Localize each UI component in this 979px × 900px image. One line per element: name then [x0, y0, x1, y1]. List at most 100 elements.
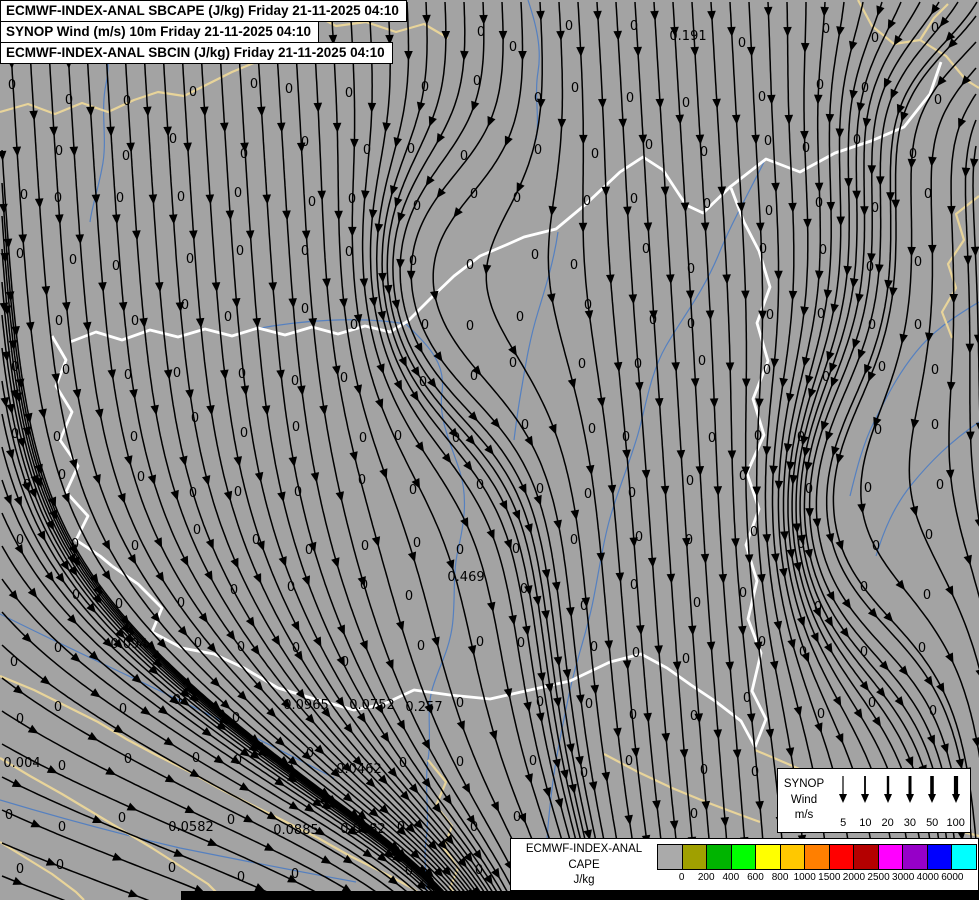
station-value-zero: 0 — [118, 811, 126, 826]
station-value-zero: 0 — [130, 430, 138, 445]
station-value-zero: 0 — [394, 429, 402, 444]
station-value: 0.469 — [447, 570, 484, 585]
wind-speed-column: 100 — [946, 774, 965, 829]
station-value-zero: 0 — [361, 539, 369, 554]
station-value-zero: 0 — [682, 652, 690, 667]
cape-tick-label: 200 — [697, 872, 715, 883]
wind-speed-label: 30 — [903, 817, 917, 829]
station-value-zero: 0 — [16, 862, 24, 877]
station-value-zero: 0 — [301, 302, 309, 317]
station-value-zero: 0 — [509, 356, 517, 371]
station-value-zero: 0 — [227, 813, 235, 828]
station-value-zero: 0 — [571, 81, 579, 96]
station-value-zero: 0 — [931, 363, 939, 378]
station-value-zero: 0 — [583, 194, 591, 209]
cape-tick-label: 600 — [747, 872, 764, 883]
station-value-zero: 0 — [817, 707, 825, 722]
station-value-zero: 0 — [759, 242, 767, 257]
wind-legend-scale: 5 10 20 30 50 100 — [830, 769, 970, 832]
station-value-zero: 0 — [466, 258, 474, 273]
station-value-zero: 0 — [234, 485, 242, 500]
station-value-zero: 0 — [116, 191, 124, 206]
station-value-zero: 0 — [816, 78, 824, 93]
station-value-zero: 0 — [5, 808, 13, 823]
station-value-zero: 0 — [529, 754, 537, 769]
station-value-zero: 0 — [169, 132, 177, 147]
station-value-zero: 0 — [698, 354, 706, 369]
station-value-zero: 0 — [168, 861, 176, 876]
cape-tick-label: 800 — [771, 872, 789, 883]
station-value-zero: 0 — [584, 487, 592, 502]
station-value-zero: 0 — [923, 588, 931, 603]
station-value-zero: 0 — [632, 646, 640, 661]
station-value-zero: 0 — [765, 204, 773, 219]
station-value-zero: 0 — [758, 90, 766, 105]
wind-arrow-icon — [883, 776, 892, 803]
station-value-zero: 0 — [285, 82, 293, 97]
station-value-zero: 0 — [405, 589, 413, 604]
station-value-zero: 0 — [682, 96, 690, 111]
station-value-zero: 0 — [456, 543, 464, 558]
station-value-zero: 0 — [236, 244, 244, 259]
station-value-zero: 0 — [570, 533, 578, 548]
cape-color-cell — [927, 845, 953, 869]
wind-speed-column: 50 — [924, 774, 940, 829]
cape-legend: ECMWF-INDEX-ANAL CAPE J/kg 0 200 400 600 800… — [510, 838, 979, 891]
wind-speed-column: 20 — [880, 774, 896, 829]
cape-color-cell — [658, 845, 683, 869]
station-value-zero: 0 — [16, 247, 24, 262]
station-value-zero: 0 — [234, 186, 242, 201]
wind-speed-column: 10 — [857, 774, 873, 829]
station-value-zero: 0 — [476, 635, 484, 650]
station-value-zero: 0 — [177, 190, 185, 205]
station-value: 0.0752 — [349, 698, 395, 713]
cape-color-cell — [682, 845, 708, 869]
station-value-zero: 0 — [58, 759, 66, 774]
cape-color-cell — [780, 845, 806, 869]
station-value-zero: 0 — [686, 474, 694, 489]
cape-tick-label: 0 — [678, 872, 685, 883]
station-value-zero: 0 — [690, 807, 698, 822]
cape-tick-label: 4000 — [916, 872, 939, 883]
station-value-zero: 0 — [531, 248, 539, 263]
station-value-zero: 0 — [112, 259, 120, 274]
wind-legend-source: SYNOP — [783, 778, 825, 791]
cape-color-cell — [731, 845, 757, 869]
wind-legend: SYNOP Wind m/s 5 10 20 30 50 100 — [777, 768, 971, 833]
station-value-zero: 0 — [240, 426, 248, 441]
station-value-zero: 0 — [763, 363, 771, 378]
station-value-zero: 0 — [878, 360, 886, 375]
station-value-zero: 0 — [413, 536, 421, 551]
station-value-zero: 0 — [914, 318, 922, 333]
station-value-zero: 0 — [20, 188, 28, 203]
wind-legend-param: Wind — [790, 793, 818, 806]
cape-colorbar-cells — [657, 844, 977, 870]
station-value-zero: 0 — [645, 138, 653, 153]
cape-color-cell — [952, 845, 977, 869]
map-canvas: 0 0 0 0 0 0 0 0 0 0 0 0 0 0 0 0 0 0 0 0 0 0 0 0 0 0 0 0 0 0 0 0 0 0 0 0 0 0 0 0… — [0, 0, 979, 900]
station-value-zero: 0 — [350, 318, 358, 333]
station-value-zero: 0 — [359, 431, 367, 446]
weather-map: 0 0 0 0 0 0 0 0 0 0 0 0 0 0 0 0 0 0 0 0 0 0 0 0 0 0 0 0 0 0 0 0 0 0 0 0 0 0 0 0… — [0, 0, 979, 900]
station-value-zero: 0 — [931, 418, 939, 433]
station-value-zero: 0 — [626, 91, 634, 106]
wind-arrow-icon — [951, 776, 960, 803]
station-value-zero: 0 — [578, 357, 586, 372]
cape-tick-label: 2500 — [867, 872, 890, 883]
wind-legend-labels: SYNOP Wind m/s — [778, 769, 830, 832]
station-value-zero: 0 — [516, 310, 524, 325]
title-line-sbcape: ECMWF-INDEX-ANAL SBCAPE (J/kg) Friday 21… — [0, 0, 407, 22]
wind-arrow-icon — [905, 776, 914, 803]
station-value-zero: 0 — [237, 870, 245, 885]
station-value-zero: 0 — [914, 255, 922, 270]
cape-color-cell — [903, 845, 928, 869]
station-value-zero: 0 — [936, 478, 944, 493]
station-value-zero: 0 — [137, 470, 145, 485]
station-value-zero: 0 — [534, 143, 542, 158]
station-value-zero: 0 — [466, 319, 474, 334]
wind-arrow-icon — [861, 776, 870, 803]
station-value-zero: 0 — [591, 147, 599, 162]
station-value-zero: 0 — [55, 314, 63, 329]
station-value-zero: 0 — [570, 258, 578, 273]
station-value-zero: 0 — [588, 422, 596, 437]
